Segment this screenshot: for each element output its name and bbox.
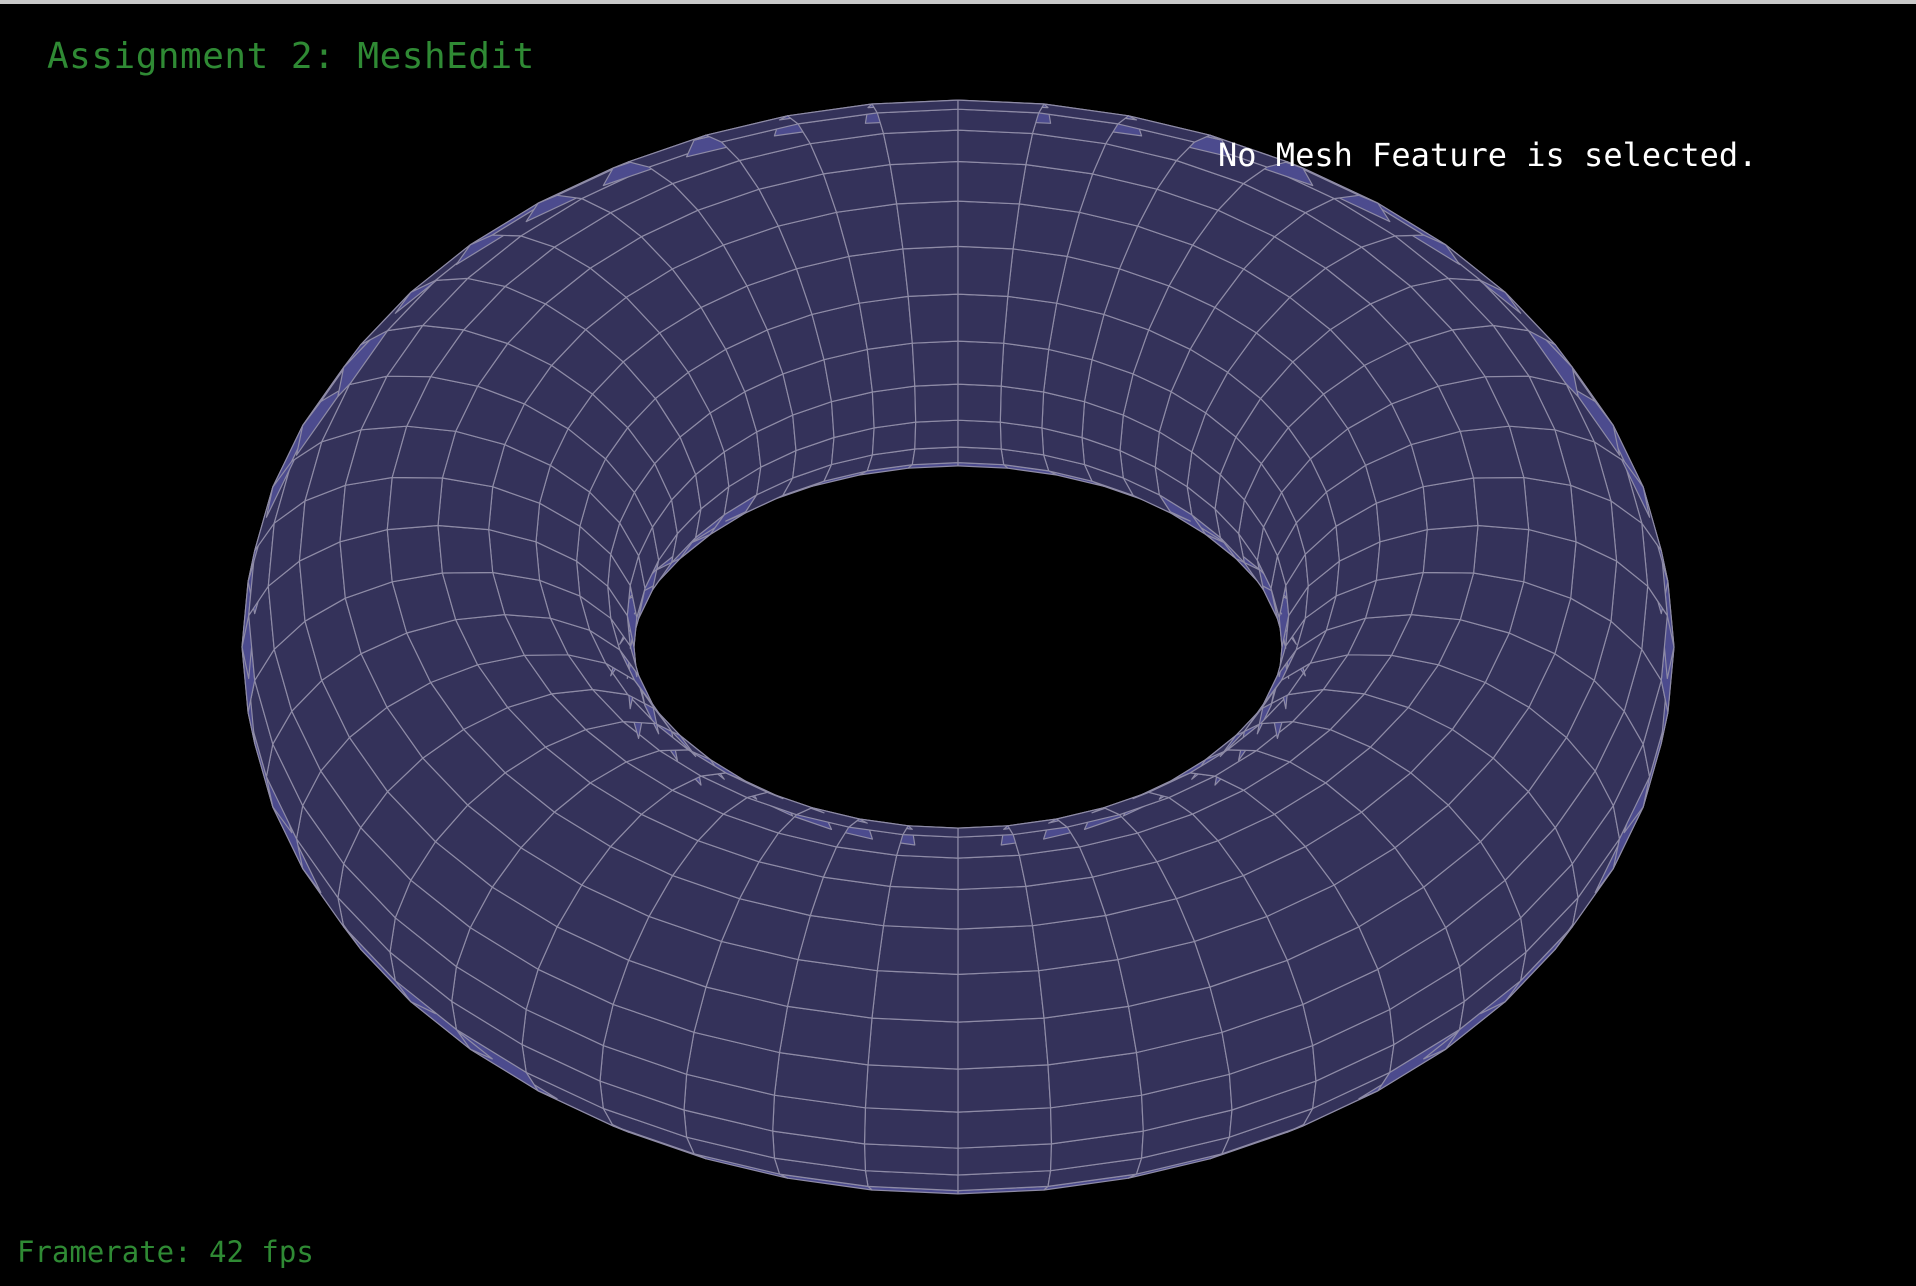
mesh-face[interactable]	[864, 1064, 959, 1113]
mesh-face[interactable]	[1000, 342, 1050, 393]
mesh-face[interactable]	[1007, 248, 1068, 304]
framerate-readout: Framerate: 42 fps	[17, 1235, 314, 1269]
mesh-face[interactable]	[1012, 203, 1081, 257]
mesh-face[interactable]	[957, 200, 1020, 250]
mesh-face[interactable]	[957, 885, 1034, 930]
mesh-face[interactable]	[957, 340, 1005, 387]
mesh-face[interactable]	[867, 1017, 959, 1070]
mesh-selection-status: No Mesh Feature is selected.	[1218, 136, 1758, 174]
mesh-face[interactable]	[866, 342, 916, 393]
mesh-face[interactable]	[957, 925, 1040, 976]
mesh-face[interactable]	[386, 524, 443, 583]
mesh-face[interactable]	[957, 1017, 1049, 1070]
mesh-face[interactable]	[957, 160, 1027, 205]
mesh-face[interactable]	[858, 295, 913, 350]
mesh-face[interactable]	[957, 1143, 1053, 1176]
mesh-face[interactable]	[957, 446, 1005, 466]
3d-viewport[interactable]: Assignment 2: MeshEdit No Mesh Feature i…	[0, 4, 1916, 1286]
mesh-face[interactable]	[957, 245, 1014, 297]
mesh-face[interactable]	[882, 129, 959, 166]
mesh-face[interactable]	[896, 200, 959, 250]
mesh-face[interactable]	[902, 245, 959, 297]
mesh-face[interactable]	[889, 160, 959, 205]
mesh-face[interactable]	[957, 854, 1027, 891]
mesh-face[interactable]	[957, 419, 1002, 450]
mesh-face[interactable]	[871, 385, 917, 429]
mesh-face[interactable]	[1472, 524, 1530, 583]
mesh-face[interactable]	[1422, 524, 1479, 574]
torus-mesh[interactable]	[0, 4, 1916, 1286]
mesh-face[interactable]	[871, 970, 959, 1023]
mesh-face[interactable]	[848, 248, 909, 304]
mesh-face[interactable]	[914, 419, 959, 450]
meshedit-window: Assignment 2: MeshEdit No Mesh Feature i…	[0, 0, 1916, 1286]
mesh-face[interactable]	[999, 385, 1045, 429]
mesh-face[interactable]	[863, 1107, 959, 1149]
mesh-face[interactable]	[957, 293, 1009, 344]
mesh-face[interactable]	[386, 476, 443, 531]
mesh-face[interactable]	[907, 293, 959, 344]
mesh-face[interactable]	[882, 885, 959, 930]
mesh-face[interactable]	[914, 383, 959, 423]
mesh-face[interactable]	[902, 825, 959, 838]
mesh-face[interactable]	[957, 970, 1045, 1023]
mesh-face[interactable]	[889, 854, 959, 891]
mesh-face[interactable]	[1472, 476, 1530, 531]
mesh-face[interactable]	[957, 383, 1002, 423]
mesh-face[interactable]	[957, 825, 1014, 838]
mesh-face[interactable]	[957, 1107, 1053, 1149]
mesh-face[interactable]	[911, 446, 959, 466]
mesh-face[interactable]	[863, 1143, 959, 1176]
mesh-face[interactable]	[437, 524, 494, 574]
mesh-face[interactable]	[1003, 295, 1058, 350]
mesh-face[interactable]	[876, 925, 959, 976]
app-title: Assignment 2: MeshEdit	[47, 36, 535, 77]
mesh-face[interactable]	[911, 340, 959, 387]
mesh-face[interactable]	[957, 1064, 1052, 1113]
mesh-face[interactable]	[835, 203, 904, 257]
mesh-face[interactable]	[957, 129, 1034, 166]
